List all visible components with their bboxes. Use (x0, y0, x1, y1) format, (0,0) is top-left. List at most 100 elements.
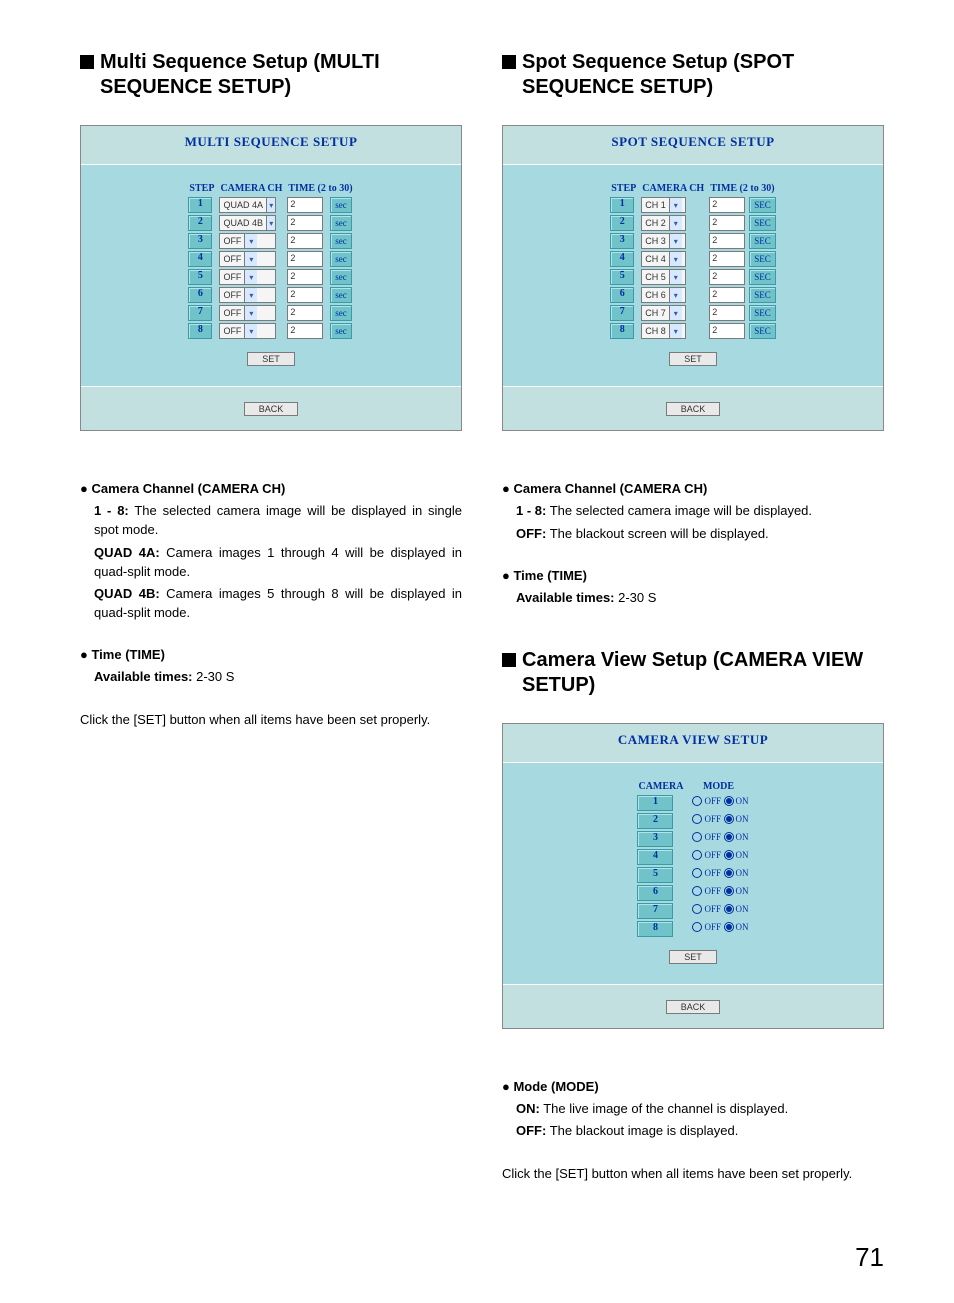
set-button[interactable]: SET (669, 950, 717, 964)
mode-on-radio[interactable]: ON (724, 904, 749, 914)
time-unit: SEC (749, 305, 776, 321)
mode-off-radio[interactable]: OFF (692, 904, 721, 914)
time-input[interactable]: 2 (709, 233, 745, 249)
panel-title: CAMERA VIEW SETUP (503, 724, 883, 762)
time-unit: sec (330, 287, 352, 303)
camera-ch-dropdown[interactable]: OFF▾ (219, 323, 276, 339)
heading-multi-sequence: Multi Sequence Setup (MULTI SEQUENCE SET… (80, 50, 462, 100)
radio-icon (724, 904, 734, 914)
square-bullet-icon (502, 653, 516, 667)
camera-ch-dropdown[interactable]: OFF▾ (219, 251, 276, 267)
camera-ch-dropdown[interactable]: CH 7▾ (641, 305, 686, 321)
camera-ch-dropdown[interactable]: QUAD 4A▾ (219, 197, 276, 213)
def-on: ON: The live image of the channel is dis… (516, 1100, 884, 1119)
time-input[interactable]: 2 (709, 251, 745, 267)
camera-ch-dropdown[interactable]: OFF▾ (219, 305, 276, 321)
back-button[interactable]: BACK (666, 1000, 721, 1014)
time-input[interactable]: 2 (287, 287, 323, 303)
time-input[interactable]: 2 (287, 323, 323, 339)
mode-on-radio[interactable]: ON (724, 832, 749, 842)
time-input[interactable]: 2 (709, 215, 745, 231)
time-input[interactable]: 2 (287, 269, 323, 285)
def-1-8: 1 - 8: The selected camera image will be… (516, 502, 884, 521)
step-cell: 7 (610, 305, 634, 321)
mode-on-radio[interactable]: ON (724, 922, 749, 932)
step-cell: 2 (188, 215, 212, 231)
camera-ch-dropdown[interactable]: OFF▾ (219, 269, 276, 285)
heading-camera-view: Camera View Setup (CAMERA VIEW SETUP) (502, 648, 884, 698)
time-unit: SEC (749, 269, 776, 285)
table-row: 2OFF ON (635, 812, 750, 830)
chevron-down-icon: ▾ (244, 234, 257, 248)
mode-off-radio[interactable]: OFF (692, 886, 721, 896)
radio-icon (692, 832, 702, 842)
time-input[interactable]: 2 (287, 251, 323, 267)
time-unit: sec (330, 323, 352, 339)
mode-off-radio[interactable]: OFF (692, 868, 721, 878)
set-note: Click the [SET] button when all items ha… (80, 711, 462, 730)
mode-off-radio[interactable]: OFF (692, 850, 721, 860)
camera-ch-dropdown[interactable]: OFF▾ (219, 287, 276, 303)
table-row: 8OFF▾2sec (186, 322, 355, 340)
camera-ch-dropdown[interactable]: OFF▾ (219, 233, 276, 249)
mode-off-radio[interactable]: OFF (692, 922, 721, 932)
set-button[interactable]: SET (669, 352, 717, 366)
camera-ch-dropdown[interactable]: CH 8▾ (641, 323, 686, 339)
table-row: 3OFF▾2sec (186, 232, 355, 250)
time-input[interactable]: 2 (287, 305, 323, 321)
mode-off-radio[interactable]: OFF (692, 814, 721, 824)
mode-off-radio[interactable]: OFF (692, 832, 721, 842)
chevron-down-icon: ▾ (669, 270, 682, 284)
step-cell: 3 (188, 233, 212, 249)
back-button[interactable]: BACK (666, 402, 721, 416)
time-input[interactable]: 2 (287, 215, 323, 231)
chevron-down-icon: ▾ (669, 198, 682, 212)
mode-off-radio[interactable]: OFF (692, 796, 721, 806)
time-input[interactable]: 2 (709, 323, 745, 339)
time-input[interactable]: 2 (287, 197, 323, 213)
def-quad4b: QUAD 4B: Camera images 5 through 8 will … (94, 585, 462, 623)
heading-text: Multi Sequence Setup (MULTI SEQUENCE SET… (100, 50, 462, 100)
page-number: 71 (80, 1242, 884, 1273)
radio-icon (692, 850, 702, 860)
camera-ch-dropdown[interactable]: CH 4▾ (641, 251, 686, 267)
chevron-down-icon: ▾ (669, 288, 682, 302)
set-button[interactable]: SET (247, 352, 295, 366)
camera-ch-dropdown[interactable]: CH 5▾ (641, 269, 686, 285)
camera-ch-dropdown[interactable]: CH 1▾ (641, 197, 686, 213)
time-unit: SEC (749, 287, 776, 303)
step-cell: 5 (610, 269, 634, 285)
table-row: 6OFF▾2sec (186, 286, 355, 304)
chevron-down-icon: ▾ (244, 270, 257, 284)
mode-on-radio[interactable]: ON (724, 850, 749, 860)
radio-icon (724, 796, 734, 806)
col-time: TIME (2 to 30) (707, 181, 778, 196)
mode-on-radio[interactable]: ON (724, 868, 749, 878)
def-available-times: Available times: 2-30 S (516, 589, 884, 608)
mode-on-radio[interactable]: ON (724, 796, 749, 806)
step-cell: 8 (610, 323, 634, 339)
chevron-down-icon: ▾ (669, 306, 682, 320)
mode-on-radio[interactable]: ON (724, 814, 749, 824)
step-cell: 2 (610, 215, 634, 231)
time-input[interactable]: 2 (709, 305, 745, 321)
radio-icon (724, 814, 734, 824)
chevron-down-icon: ▾ (669, 234, 682, 248)
table-row: 7OFF▾2sec (186, 304, 355, 322)
mode-on-radio[interactable]: ON (724, 886, 749, 896)
step-cell: 6 (610, 287, 634, 303)
camera-ch-dropdown[interactable]: CH 2▾ (641, 215, 686, 231)
camera-ch-dropdown[interactable]: CH 6▾ (641, 287, 686, 303)
time-unit: sec (330, 251, 352, 267)
radio-icon (724, 868, 734, 878)
time-input[interactable]: 2 (709, 269, 745, 285)
time-input[interactable]: 2 (709, 287, 745, 303)
time-input[interactable]: 2 (709, 197, 745, 213)
camera-ch-dropdown[interactable]: QUAD 4B▾ (219, 215, 276, 231)
col-step: STEP (186, 181, 217, 196)
step-cell: 7 (188, 305, 212, 321)
camera-ch-dropdown[interactable]: CH 3▾ (641, 233, 686, 249)
time-input[interactable]: 2 (287, 233, 323, 249)
table-row: 4OFF ON (635, 848, 750, 866)
back-button[interactable]: BACK (244, 402, 299, 416)
